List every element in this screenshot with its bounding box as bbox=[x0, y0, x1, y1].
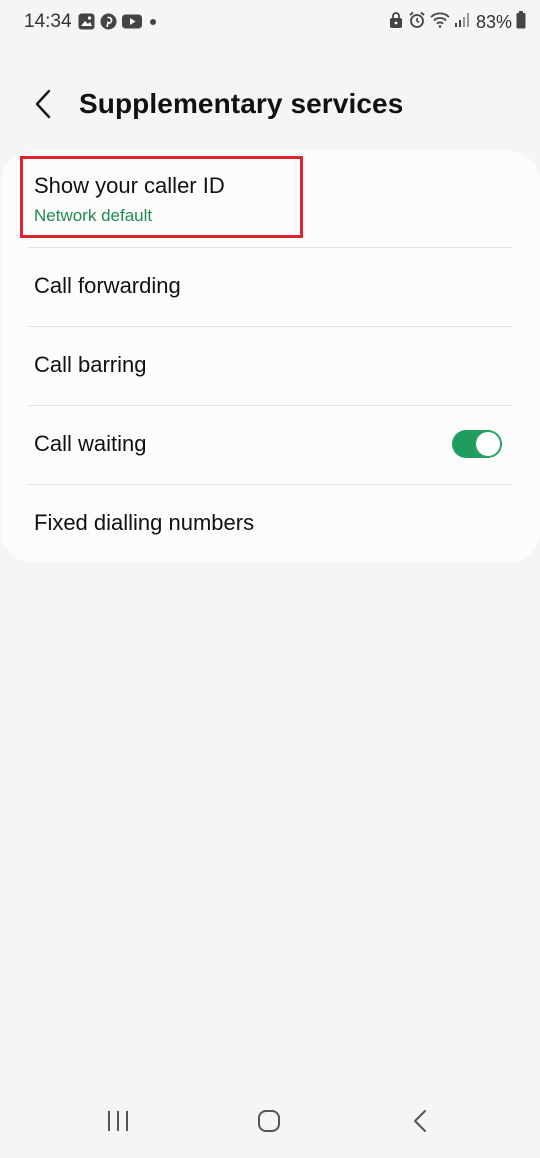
dot-icon bbox=[147, 15, 159, 33]
notification-icons bbox=[78, 13, 159, 35]
home-button[interactable] bbox=[247, 1108, 291, 1138]
youtube-icon bbox=[122, 14, 142, 34]
status-bar: 14:34 83% bbox=[0, 0, 540, 46]
settings-item-call-forwarding[interactable]: Call forwarding bbox=[1, 248, 540, 326]
page-title: Supplementary services bbox=[79, 88, 404, 119]
settings-item-show-caller-id[interactable]: Show your caller ID Network default bbox=[1, 151, 540, 247]
wifi-icon bbox=[430, 12, 450, 33]
settings-item-label: Fixed dialling numbers bbox=[34, 510, 255, 535]
back-icon bbox=[412, 1109, 428, 1138]
back-button[interactable] bbox=[26, 86, 62, 126]
settings-item-label: Call barring bbox=[34, 352, 147, 377]
home-icon bbox=[257, 1109, 281, 1138]
settings-item-call-barring[interactable]: Call barring bbox=[1, 327, 540, 405]
settings-item-label: Call forwarding bbox=[34, 273, 181, 298]
app-header: Supplementary services bbox=[0, 68, 540, 144]
settings-item-label: Call waiting bbox=[34, 431, 147, 456]
toggle-knob bbox=[475, 431, 501, 457]
settings-item-value: Network default bbox=[34, 206, 153, 225]
lock-icon bbox=[388, 11, 404, 34]
settings-card: Show your caller ID Network default Call… bbox=[1, 151, 540, 562]
navigation-bar bbox=[0, 1098, 540, 1148]
settings-item-label: Show your caller ID bbox=[34, 173, 225, 198]
battery-percent: 83% bbox=[475, 12, 512, 32]
recents-button[interactable] bbox=[96, 1108, 140, 1138]
alarm-icon bbox=[408, 11, 426, 34]
gallery-icon bbox=[78, 13, 95, 35]
battery-icon bbox=[516, 11, 526, 34]
recents-icon bbox=[106, 1110, 130, 1137]
call-waiting-toggle[interactable] bbox=[452, 430, 502, 458]
pinterest-icon bbox=[100, 13, 117, 35]
status-time: 14:34 bbox=[24, 11, 72, 32]
chevron-left-icon bbox=[33, 89, 55, 124]
settings-item-fixed-dialling-numbers[interactable]: Fixed dialling numbers bbox=[1, 485, 540, 562]
signal-icon bbox=[454, 12, 470, 33]
system-icons: 83% bbox=[388, 11, 526, 34]
nav-back-button[interactable] bbox=[398, 1108, 442, 1138]
